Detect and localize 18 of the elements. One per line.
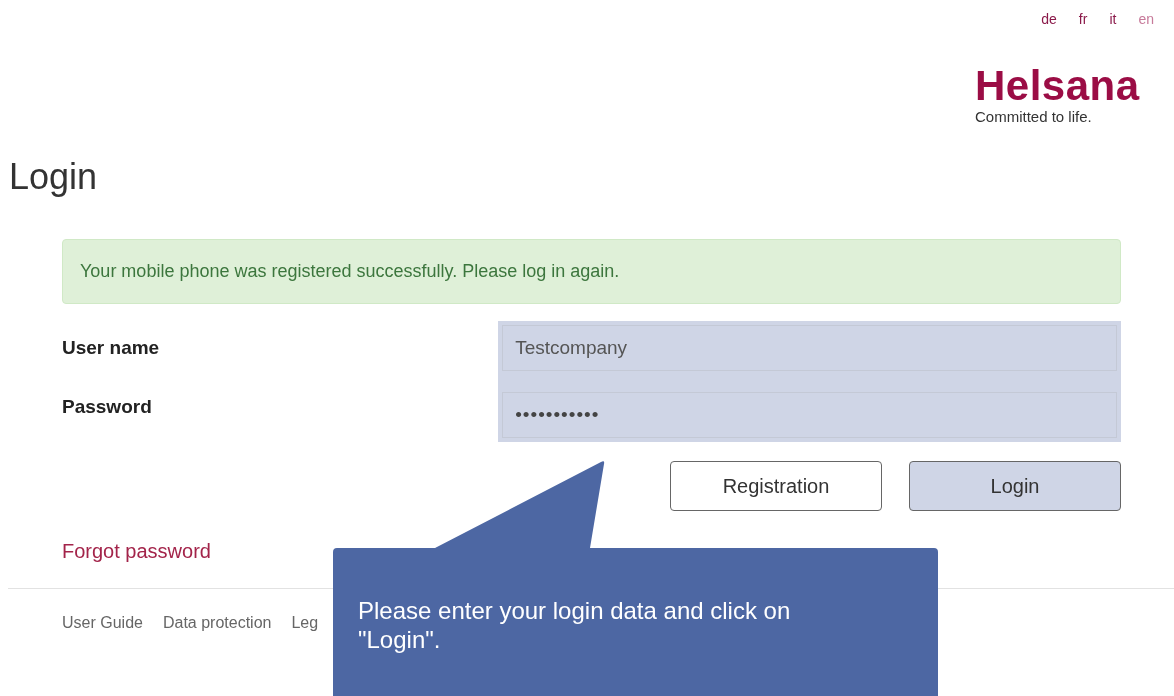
language-link[interactable]: fr [1078, 9, 1088, 36]
footer-link[interactable]: Leg [291, 611, 319, 635]
password-field[interactable]: ••••••••••• [502, 392, 1117, 438]
field-label: Password [62, 395, 152, 420]
callout-text: Please enter your login data and click on "Login". [358, 596, 792, 654]
field-label: User name [62, 336, 160, 361]
language-link[interactable]: it [1109, 9, 1117, 36]
footer-link[interactable]: Data protection [162, 611, 272, 635]
login-button[interactable]: Login [909, 461, 1121, 511]
language-link[interactable]: de [1041, 9, 1057, 36]
page-title: Login [8, 155, 99, 199]
username-field[interactable]: Testcompany [502, 325, 1117, 371]
registration-button[interactable]: Registration [670, 461, 882, 511]
forgot-password-link[interactable]: Forgot password [62, 536, 211, 566]
logo-wordmark: Helsana [975, 65, 1140, 107]
logo-tagline: Committed to life. [975, 107, 1092, 127]
success-alert: Your mobile phone was registered successfully. Please log in again. [62, 239, 1121, 304]
footer-link[interactable]: User Guide [62, 611, 143, 635]
